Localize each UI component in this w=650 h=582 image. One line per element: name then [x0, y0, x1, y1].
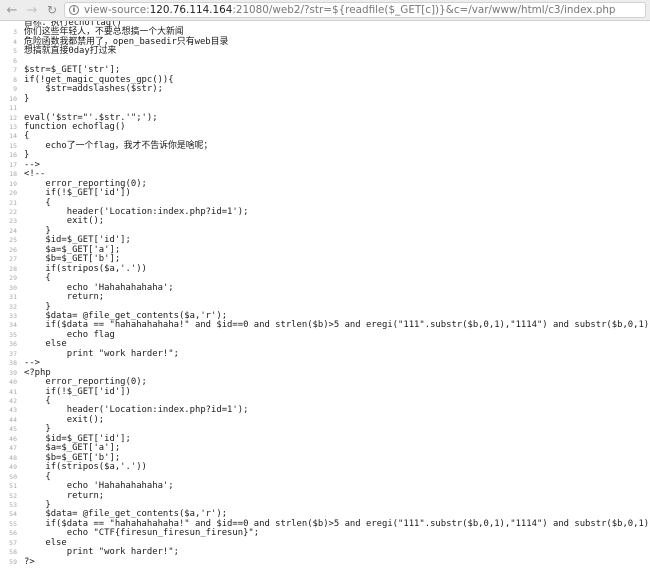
arrow-left-icon[interactable]: ←: [4, 2, 20, 19]
source-line: 59 ?>: [0, 557, 650, 568]
info-icon[interactable]: i: [69, 5, 79, 15]
source-view: 首标：执行echoflag() 3 你们这些年轻人，不要总想搞一个大新闻 4 危险函数我…: [0, 21, 650, 582]
url-text: view-source:120.76.114.164:21080/web2/?s…: [84, 3, 616, 17]
browser-toolbar: ← → ↻ i view-source:120.76.114.164:21080…: [0, 0, 650, 21]
reload-icon[interactable]: ↻: [44, 2, 60, 19]
arrow-right-icon[interactable]: →: [24, 2, 40, 19]
line-text: ?>: [24, 556, 35, 567]
address-bar[interactable]: i view-source:120.76.114.164:21080/web2/…: [64, 2, 646, 18]
line-number: 59: [9, 557, 17, 566]
url-path: :21080/web2/?str=${readfile($_GET[c])}&c…: [232, 4, 616, 16]
url-prefix: view-source:: [84, 4, 150, 16]
url-host: 120.76.114.164: [149, 4, 233, 16]
